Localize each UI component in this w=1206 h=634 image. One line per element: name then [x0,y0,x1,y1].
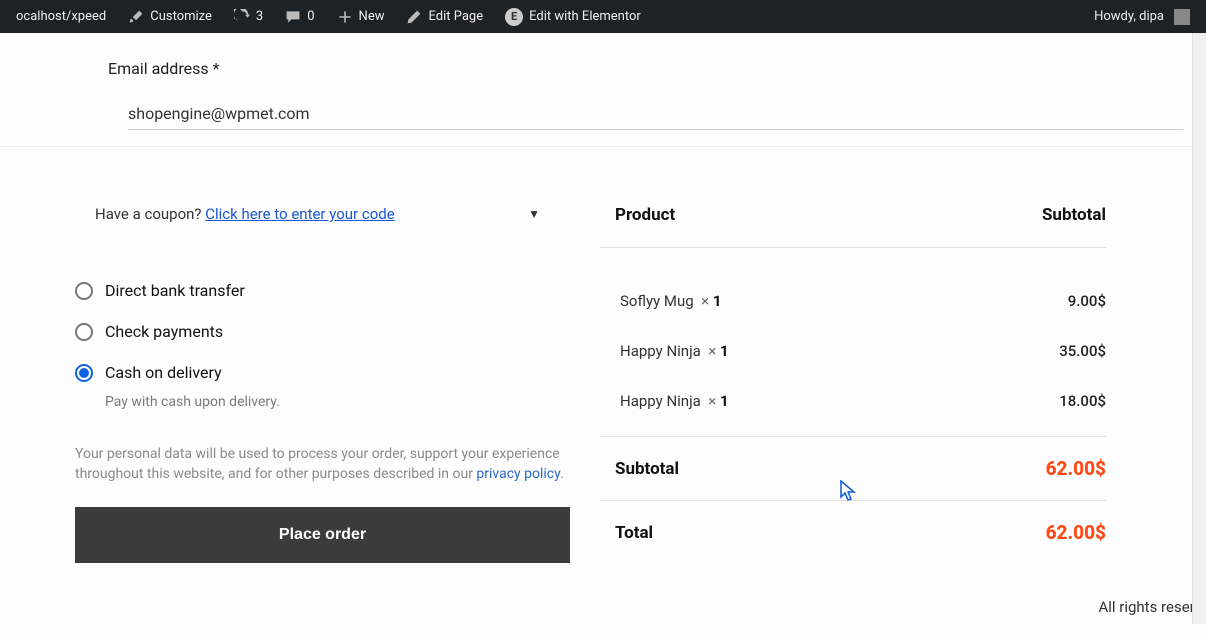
plus-icon [337,9,353,25]
summary-totals: Subtotal 62.00$ Total 62.00$ [600,436,1106,564]
comment-icon [285,9,301,25]
admin-howdy-label: Howdy, dipa [1094,9,1164,24]
coupon-text: Have a coupon? Click here to enter your … [95,205,395,223]
payment-check[interactable]: Check payments [75,322,570,341]
radio-icon [75,323,93,341]
payment-bank-label: Direct bank transfer [105,281,245,300]
checkout-left: Have a coupon? Click here to enter your … [0,205,600,563]
admin-bar-left: ocalhost/xpeed Customize 3 0 New Edit Pa… [8,0,649,33]
summary-head-subtotal: Subtotal [1042,205,1106,225]
summary-head-product: Product [600,205,675,225]
email-field[interactable]: shopengine@wpmet.com [128,104,1183,130]
elementor-icon: E [505,8,523,26]
admin-howdy[interactable]: Howdy, dipa [1086,0,1198,33]
checkout-columns: Have a coupon? Click here to enter your … [0,205,1206,564]
item-price: 35.00$ [1059,342,1106,360]
summary-item-row: Soflyy Mug × 1 9.00$ [600,276,1106,326]
avatar [1174,9,1190,25]
item-price: 9.00$ [1068,292,1106,310]
summary-subtotal-row: Subtotal 62.00$ [600,436,1106,500]
radio-selected-icon [75,364,93,382]
item-name-text: Soflyy Mug [620,292,694,310]
order-summary: Product Subtotal Soflyy Mug × 1 9.00$ Ha… [600,205,1206,564]
privacy-policy-link[interactable]: privacy policy [476,466,560,482]
radio-icon [75,282,93,300]
item-name: Soflyy Mug × 1 [600,292,721,310]
payment-methods: Direct bank transfer Check payments Cash… [75,281,570,410]
payment-cod-description: Pay with cash upon delivery. [105,394,570,410]
admin-comments-count: 0 [307,9,314,24]
admin-new[interactable]: New [329,0,393,33]
item-qty-val: 1 [713,292,722,310]
coupon-link[interactable]: Click here to enter your code [205,205,394,223]
item-name-text: Happy Ninja [620,392,701,410]
item-qty: × 1 [708,392,728,410]
admin-edit-page[interactable]: Edit Page [398,0,491,33]
privacy-tail: . [560,466,564,482]
summary-item-row: Happy Ninja × 1 18.00$ [600,376,1106,426]
payment-cod-label: Cash on delivery [105,363,222,382]
admin-updates[interactable]: 3 [226,0,271,33]
coupon-toggle[interactable]: Have a coupon? Click here to enter your … [75,205,570,223]
payment-cod[interactable]: Cash on delivery [75,363,570,382]
admin-site-link[interactable]: ocalhost/xpeed [8,0,114,33]
admin-new-label: New [359,9,385,24]
subtotal-value: 62.00$ [1046,457,1106,480]
summary-header: Product Subtotal [600,205,1106,248]
item-qty-val: 1 [720,392,729,410]
admin-edit-page-label: Edit Page [428,9,483,24]
scrollbar[interactable] [1192,33,1206,624]
total-value: 62.00$ [1046,521,1106,544]
pencil-icon [406,9,422,25]
summary-table: Product Subtotal Soflyy Mug × 1 9.00$ Ha… [600,205,1106,564]
item-name: Happy Ninja × 1 [600,342,729,360]
total-label: Total [600,523,653,543]
item-qty: × 1 [708,342,728,360]
email-label: Email address * [108,59,1206,78]
admin-customize[interactable]: Customize [120,0,220,33]
payment-check-label: Check payments [105,322,223,341]
item-qty-val: 1 [720,342,729,360]
summary-total-row: Total 62.00$ [600,500,1106,564]
item-price: 18.00$ [1059,392,1106,410]
summary-body: Soflyy Mug × 1 9.00$ Happy Ninja × 1 35.… [600,248,1106,426]
footer-text: All rights reserve [1098,598,1206,616]
coupon-prompt: Have a coupon? [95,205,205,223]
email-section: Email address * shopengine@wpmet.com [0,59,1206,147]
payment-bank[interactable]: Direct bank transfer [75,281,570,300]
admin-comments[interactable]: 0 [277,0,322,33]
admin-bar-right: Howdy, dipa [1086,0,1198,33]
place-order-button[interactable]: Place order [75,507,570,563]
admin-customize-label: Customize [150,9,212,24]
brush-icon [128,9,144,25]
item-name: Happy Ninja × 1 [600,392,729,410]
wp-admin-bar: ocalhost/xpeed Customize 3 0 New Edit Pa… [0,0,1206,33]
chevron-down-icon: ▼ [528,207,540,221]
item-name-text: Happy Ninja [620,342,701,360]
admin-updates-count: 3 [256,9,263,24]
admin-edit-elementor[interactable]: E Edit with Elementor [497,0,649,33]
item-qty: × 1 [701,292,721,310]
privacy-note: Your personal data will be used to proce… [75,444,570,485]
update-icon [234,9,250,25]
admin-elementor-label: Edit with Elementor [529,9,641,24]
subtotal-label: Subtotal [600,459,679,479]
summary-item-row: Happy Ninja × 1 35.00$ [600,326,1106,376]
